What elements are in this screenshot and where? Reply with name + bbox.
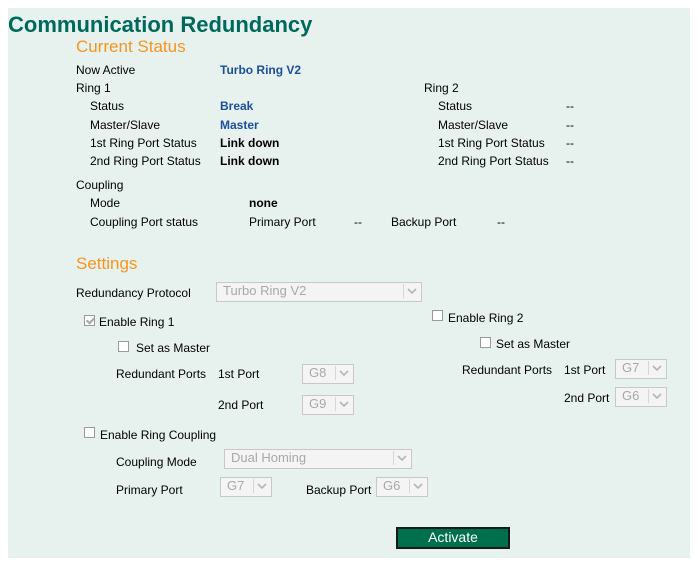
settings-heading: Settings xyxy=(76,254,138,273)
ring1-master-slave-value: Master xyxy=(220,118,259,132)
current-status-heading: Current Status xyxy=(76,37,186,56)
coupling-mode-setting-label: Coupling Mode xyxy=(116,455,197,469)
enable-ring-coupling-checkbox[interactable] xyxy=(84,427,95,438)
chevron-down-icon xyxy=(335,397,352,411)
coupling-backup-port-setting-label: Backup Port xyxy=(306,483,372,497)
coupling-backup-port-value: -- xyxy=(497,215,505,229)
ring1-status-value: Break xyxy=(220,99,254,113)
ring1-port1-status-label: 1st Ring Port Status xyxy=(90,136,197,150)
ring2-set-master-label: Set as Master xyxy=(496,337,571,351)
coupling-primary-port-label: Primary Port xyxy=(249,215,316,229)
ring1-port1-status-value: Link down xyxy=(220,136,280,150)
coupling-primary-port-select[interactable]: G7 xyxy=(220,477,272,497)
ring2-status-heading: Ring 2 xyxy=(424,81,459,95)
ring2-master-slave-value: -- xyxy=(566,118,574,132)
enable-ring-coupling-label: Enable Ring Coupling xyxy=(100,428,217,442)
ring1-port2-status-value: Link down xyxy=(220,154,280,168)
ring1-set-master-label: Set as Master xyxy=(136,341,211,355)
ring2-set-master-checkbox[interactable] xyxy=(480,337,491,348)
chevron-down-icon xyxy=(648,361,665,375)
coupling-backup-port-select-value: G6 xyxy=(383,478,401,493)
ring2-master-slave-label: Master/Slave xyxy=(438,118,509,132)
ring2-port2-status-value: -- xyxy=(566,154,574,168)
page-title: Communication Redundancy xyxy=(8,12,313,37)
ring2-status-value: -- xyxy=(566,99,574,113)
chevron-down-icon xyxy=(335,366,352,380)
coupling-primary-port-select-value: G7 xyxy=(227,478,245,493)
coupling-port-status-label: Coupling Port status xyxy=(90,215,199,229)
content-panel: Communication Redundancy Current Status … xyxy=(8,8,690,558)
coupling-status-heading: Coupling xyxy=(76,178,124,192)
ring2-port2-status-label: 2nd Ring Port Status xyxy=(438,154,549,168)
coupling-backup-port-label: Backup Port xyxy=(391,215,457,229)
ring1-set-master-checkbox[interactable] xyxy=(118,341,129,352)
coupling-mode-select-value: Dual Homing xyxy=(231,450,307,465)
chevron-down-icon xyxy=(393,451,410,465)
ring2-port1-value: G7 xyxy=(622,360,640,375)
enable-ring2-checkbox[interactable] xyxy=(432,310,443,321)
ring1-redundant-ports-label: Redundant Ports xyxy=(116,367,207,381)
ring1-status-label: Status xyxy=(90,99,125,113)
ring2-port2-value: G6 xyxy=(622,388,640,403)
chevron-down-icon xyxy=(403,284,420,298)
redundancy-protocol-select[interactable]: Turbo Ring V2 xyxy=(216,282,422,302)
enable-ring1-checkbox[interactable] xyxy=(84,315,95,326)
ring2-port1-status-value: -- xyxy=(566,136,574,150)
ring1-port1-value: G8 xyxy=(309,365,327,380)
ring2-port1-select[interactable]: G7 xyxy=(615,359,667,379)
coupling-mode-value: none xyxy=(249,196,278,210)
coupling-primary-port-setting-label: Primary Port xyxy=(116,483,183,497)
enable-ring1-label: Enable Ring 1 xyxy=(99,315,175,329)
ring2-port1-label: 1st Port xyxy=(564,363,606,377)
activate-button[interactable]: Activate xyxy=(396,527,510,549)
ring1-master-slave-label: Master/Slave xyxy=(90,118,161,132)
chevron-down-icon xyxy=(253,479,270,493)
chevron-down-icon xyxy=(648,389,665,403)
ring1-port2-value: G9 xyxy=(309,396,327,411)
now-active-label: Now Active xyxy=(76,63,136,77)
ring2-redundant-ports-label: Redundant Ports xyxy=(462,363,553,377)
coupling-backup-port-select[interactable]: G6 xyxy=(376,477,428,497)
redundancy-protocol-label: Redundancy Protocol xyxy=(76,286,191,300)
coupling-mode-select[interactable]: Dual Homing xyxy=(224,449,412,469)
ring2-port1-status-label: 1st Ring Port Status xyxy=(438,136,545,150)
now-active-value: Turbo Ring V2 xyxy=(220,63,302,77)
ring1-port2-label: 2nd Port xyxy=(218,398,264,412)
ring1-port1-select[interactable]: G8 xyxy=(302,364,354,384)
ring2-port2-label: 2nd Port xyxy=(564,391,610,405)
enable-ring2-label: Enable Ring 2 xyxy=(448,311,524,325)
ring1-port2-status-label: 2nd Ring Port Status xyxy=(90,154,201,168)
ring1-port2-select[interactable]: G9 xyxy=(302,395,354,415)
ring2-port2-select[interactable]: G6 xyxy=(615,387,667,407)
ring1-port1-label: 1st Port xyxy=(218,367,260,381)
ring1-status-heading: Ring 1 xyxy=(76,81,111,95)
coupling-primary-port-value: -- xyxy=(354,215,362,229)
coupling-mode-label: Mode xyxy=(90,196,121,210)
redundancy-protocol-value: Turbo Ring V2 xyxy=(223,283,307,298)
chevron-down-icon xyxy=(409,479,426,493)
ring2-status-label: Status xyxy=(438,99,473,113)
